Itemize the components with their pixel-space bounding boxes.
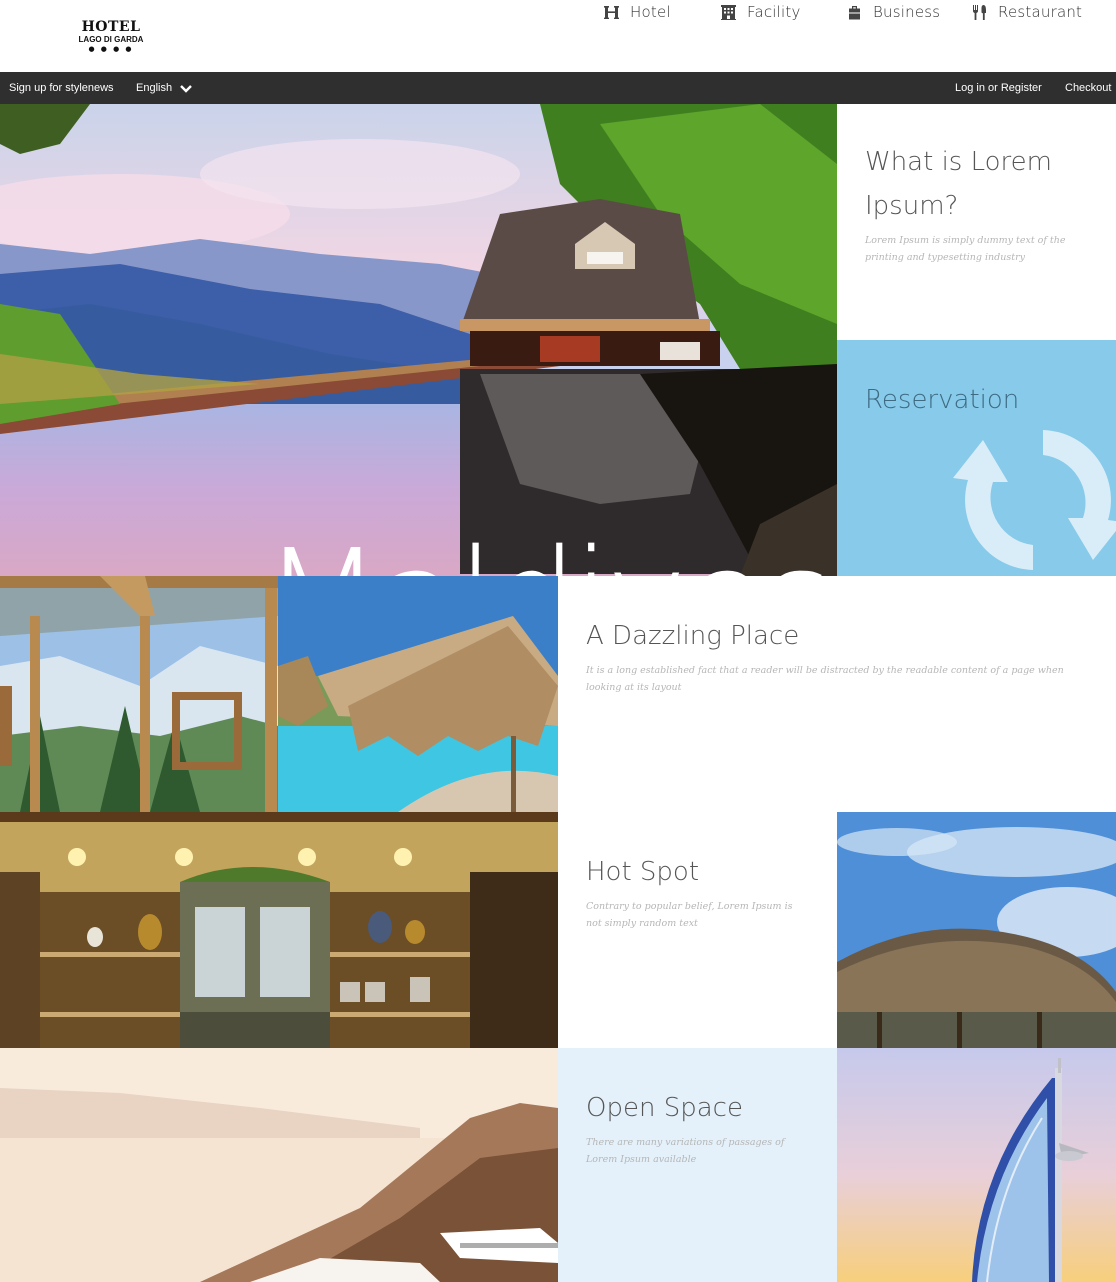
login-register-link[interactable]: Log in or Register bbox=[955, 80, 1042, 96]
image-vintage-shelves bbox=[0, 812, 558, 1048]
logo-line1: HOTEL bbox=[81, 19, 141, 35]
tile-reservation[interactable]: Reservation bbox=[837, 340, 1116, 576]
cutlery-icon bbox=[973, 4, 986, 20]
nav-restaurant-label: Restaurant bbox=[998, 3, 1083, 21]
language-select[interactable]: English bbox=[136, 80, 192, 96]
lake-house-scene bbox=[0, 104, 837, 576]
tile-what-title: What is Lorem Ipsum? bbox=[865, 147, 1052, 221]
hotel-logo[interactable]: HOTEL LAGO DI GARDA ● ● ● ● bbox=[76, 19, 146, 54]
chevron-down-icon bbox=[180, 84, 192, 93]
image-coastal-cliffs bbox=[0, 1048, 558, 1282]
language-label: English bbox=[136, 82, 173, 94]
tile-what-is-lorem[interactable]: What is Lorem Ipsum? Lorem Ipsum is simp… bbox=[837, 104, 1116, 340]
image-thatched-roof bbox=[837, 812, 1116, 1048]
tile-open-space[interactable]: Open Space There are many variations of … bbox=[558, 1048, 837, 1282]
hotel-h-icon bbox=[604, 5, 619, 19]
logo-line2: LAGO DI GARDA bbox=[78, 35, 144, 44]
tile-dazzling-text: It is a long established fact that a rea… bbox=[586, 665, 1064, 693]
hero-image: Maldives bbox=[0, 104, 837, 576]
tile-hotspot-title: Hot Spot bbox=[586, 857, 700, 887]
tile-hotspot-text: Contrary to popular belief, Lorem Ipsum … bbox=[586, 901, 793, 929]
image-pool-umbrella bbox=[278, 576, 558, 812]
hero-title: Maldives bbox=[262, 522, 835, 577]
logo-stars: ● ● ● ● bbox=[88, 45, 134, 53]
tile-openspace-title: Open Space bbox=[586, 1093, 743, 1123]
nav-hotel-label: Hotel bbox=[630, 3, 671, 21]
nav-restaurant[interactable]: Restaurant bbox=[971, 0, 1082, 24]
nav-business-label: Business bbox=[873, 3, 941, 21]
tile-openspace-text: There are many variations of passages of… bbox=[586, 1137, 785, 1165]
top-bar: Sign up for stylenews English Log in or … bbox=[0, 72, 1116, 104]
tile-dazzling-title: A Dazzling Place bbox=[586, 621, 800, 651]
checkout-link[interactable]: Checkout bbox=[1065, 80, 1111, 96]
signup-link[interactable]: Sign up for stylenews bbox=[9, 80, 114, 96]
image-glass-pavilion bbox=[0, 576, 278, 812]
image-sail-tower bbox=[837, 1048, 1116, 1282]
nav-business[interactable]: Business bbox=[846, 0, 940, 24]
briefcase-icon bbox=[849, 5, 860, 19]
refresh-icon bbox=[953, 430, 1116, 570]
site-header: HOTEL LAGO DI GARDA ● ● ● ● Hotel Facili… bbox=[0, 0, 1116, 72]
building-icon bbox=[721, 4, 736, 20]
nav-facility-label: Facility bbox=[747, 3, 801, 21]
nav-facility[interactable]: Facility bbox=[720, 0, 801, 24]
nav-hotel[interactable]: Hotel bbox=[603, 0, 671, 24]
tile-hot-spot[interactable]: Hot Spot Contrary to popular belief, Lor… bbox=[558, 812, 837, 1048]
tile-dazzling-place[interactable]: A Dazzling Place It is a long establishe… bbox=[558, 576, 1116, 812]
tile-what-text: Lorem Ipsum is simply dummy text of the … bbox=[865, 235, 1066, 263]
